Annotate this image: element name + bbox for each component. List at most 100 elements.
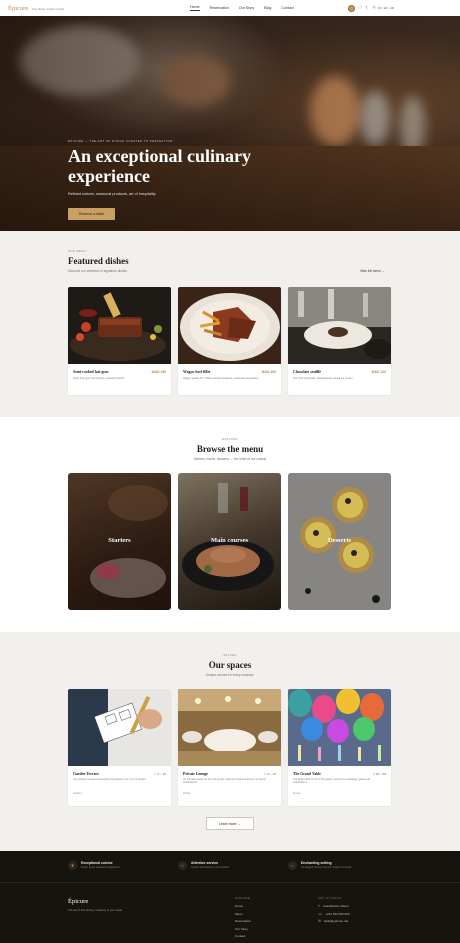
- moon-icon[interactable]: ☾: [365, 5, 369, 11]
- hero-subtitle: Refined cuisine, seasonal products, art …: [68, 192, 156, 196]
- feature-subtitle: A team dedicated to your comfort: [191, 866, 230, 869]
- dish-card[interactable]: Semi-cooked foie gras MAD 190 Duck foie …: [68, 287, 171, 395]
- dish-price: MAD 190: [151, 370, 166, 374]
- space-image: [68, 689, 171, 766]
- featured-subtitle: Discover our selection of signature dish…: [68, 269, 127, 273]
- space-description: Our outdoor terrace overlooking the gard…: [73, 778, 147, 781]
- dish-price: MAD 450: [261, 370, 276, 374]
- spaces-title: Our spaces: [208, 660, 252, 670]
- feature-item: ❦ Exceptional cuisine Fresh, local, seas…: [68, 861, 120, 870]
- category-card-desserts[interactable]: Desserts: [288, 473, 391, 610]
- capacity-value: 4 – 16: [157, 772, 166, 776]
- globe-icon[interactable]: ◎: [373, 6, 376, 10]
- footer-contact-heading: GET IN TOUCH: [318, 897, 342, 900]
- hero-title: An exceptional culinary experience: [68, 146, 251, 186]
- space-card[interactable]: The Grand Table ⚇ 20 – 50 Our large tabl…: [288, 689, 391, 806]
- contact-email[interactable]: hello@epicure.ma: [324, 918, 348, 926]
- feature-title: Attentive service: [191, 861, 219, 865]
- footer-contact: GET IN TOUCH ⌖ Casablanca, Maroc ☏ +212 52…: [318, 897, 350, 926]
- dish-card[interactable]: Chocolate soufflé MAD 120 Hot 70% chocol…: [288, 287, 391, 395]
- top-header: Épicure Fine dining, creative cuisine Ho…: [0, 0, 460, 16]
- main-nav: Home Reservation Our Story Blog Contact: [190, 0, 294, 16]
- lang-fr[interactable]: FR: [378, 6, 382, 10]
- star-icon: ☆: [178, 861, 187, 870]
- spaces-kicker: SPACES: [223, 654, 237, 657]
- footer-explore: EXPLORE Home Menu Reservation Our Story …: [235, 897, 251, 941]
- feature-subtitle: An elegant dining room for unique moment…: [301, 866, 352, 869]
- space-capacity: ⚇ 8 – 12: [264, 772, 276, 776]
- lang-en[interactable]: EN: [384, 6, 388, 10]
- contact-address: Casablanca, Maroc: [322, 904, 349, 908]
- feature-item: ⌂ Enchanting setting An elegant dining r…: [288, 861, 351, 870]
- feature-title: Exceptional cuisine: [81, 861, 113, 865]
- nav-reservation[interactable]: Reservation: [210, 6, 229, 10]
- avatar[interactable]: [348, 4, 356, 12]
- hero-kicker: ÉPICURE — THE ART OF DINING CURATED TO P…: [68, 140, 173, 143]
- dish-card[interactable]: Wagyu beef fillet MAD 450 Wagyu grade A5…: [178, 287, 281, 395]
- dish-price: MAD 120: [371, 370, 386, 374]
- nav-our-story[interactable]: Our Story: [239, 6, 254, 10]
- nav-home[interactable]: Home: [190, 5, 200, 11]
- brand-tagline: Fine dining, creative cuisine: [32, 7, 65, 11]
- footer-brand[interactable]: Épicure: [68, 898, 88, 905]
- leaf-icon: ❦: [68, 861, 77, 870]
- feature-subtitle: Fresh, local, seasonal ingredients: [81, 866, 120, 869]
- browse-subtitle: Starters, mains, desserts — the heart of…: [193, 457, 267, 461]
- dish-description: Duck foie gras, fig chutney, toasted bri…: [73, 377, 125, 380]
- our-spaces-section: SPACES Our spaces Unique venues for ever…: [0, 632, 460, 851]
- brand[interactable]: Épicure Fine dining, creative cuisine: [8, 5, 64, 12]
- language-switcher: ◎ FR EN AR: [373, 6, 394, 10]
- footer-explore-heading: EXPLORE: [235, 897, 251, 900]
- footer-tagline: The art of fine dining, creativity in yo…: [68, 908, 123, 912]
- feature-item: ☆ Attentive service A team dedicated to …: [178, 861, 229, 870]
- space-description: An intimate space for 8 to 12 guests, id…: [183, 778, 266, 785]
- browse-title: Browse the menu: [196, 444, 264, 454]
- contact-phone[interactable]: +212 522 000 000: [325, 911, 349, 919]
- phone-icon: ☏: [318, 911, 323, 916]
- brand-name[interactable]: Épicure: [8, 5, 28, 12]
- featured-kicker: OUR MENU: [68, 250, 87, 253]
- nav-contact[interactable]: Contact: [281, 6, 293, 10]
- learn-more-button[interactable]: Learn more →: [206, 817, 254, 830]
- heart-icon[interactable]: ♡: [358, 5, 362, 11]
- capacity-value: 8 – 12: [267, 772, 276, 776]
- spaces-subtitle: Unique venues for every occasion: [205, 673, 255, 677]
- feature-title: Enchanting setting: [301, 861, 332, 865]
- reserve-table-button[interactable]: Reserve a table: [68, 208, 115, 220]
- header-actions: ♡ ☾ ◎ FR EN AR: [348, 3, 394, 13]
- dish-name: Semi-cooked foie gras: [73, 370, 109, 374]
- category-card-main-courses[interactable]: Main courses: [178, 473, 281, 610]
- hero-section: ÉPICURE — THE ART OF DINING CURATED TO P…: [0, 16, 460, 231]
- dish-description: Hot 70% chocolate, Madagascar vanilla ic…: [293, 377, 353, 380]
- lang-ar[interactable]: AR: [390, 6, 394, 10]
- view-full-menu-link[interactable]: View full menu →: [360, 269, 385, 273]
- category-card-starters[interactable]: Starters: [68, 473, 171, 610]
- space-card[interactable]: Private Lounge ⚇ 8 – 12 An intimate spac…: [178, 689, 281, 806]
- nav-blog[interactable]: Blog: [264, 6, 271, 10]
- dish-description: Wagyu grade A5, truffle mashed potatoes,…: [183, 377, 259, 380]
- featured-dishes-section: OUR MENU Featured dishes Discover our se…: [0, 231, 460, 417]
- category-label: Desserts: [327, 537, 352, 544]
- space-tag: Outdoor: [73, 792, 82, 795]
- space-name: Garden Terrace: [73, 772, 99, 776]
- footer-link-menu[interactable]: Menu: [235, 911, 251, 919]
- capacity-value: 20 – 50: [375, 772, 386, 776]
- space-capacity: ⚇ 4 – 16: [154, 772, 166, 776]
- dish-image: [178, 287, 281, 364]
- footer-link-reservation[interactable]: Reservation: [235, 918, 251, 926]
- space-card[interactable]: Garden Terrace ⚇ 4 – 16 Our outdoor terr…: [68, 689, 171, 806]
- space-name: Private Lounge: [183, 772, 208, 776]
- category-label: Starters: [108, 537, 131, 544]
- footer-link-contact[interactable]: Contact: [235, 933, 251, 941]
- footer-link-our-story[interactable]: Our Story: [235, 926, 251, 934]
- mail-icon: ✉: [318, 919, 321, 924]
- feature-strip: ❦ Exceptional cuisine Fresh, local, seas…: [0, 851, 460, 883]
- space-image: [178, 689, 281, 766]
- space-description: Our large table for 20 to 50 guests, per…: [293, 778, 370, 785]
- dish-image: [68, 287, 171, 364]
- space-capacity: ⚇ 20 – 50: [372, 772, 386, 776]
- dish-name: Wagyu beef fillet: [183, 370, 211, 374]
- footer-link-home[interactable]: Home: [235, 903, 251, 911]
- space-image: [288, 689, 391, 766]
- browse-kicker: EXPLORE: [222, 438, 238, 441]
